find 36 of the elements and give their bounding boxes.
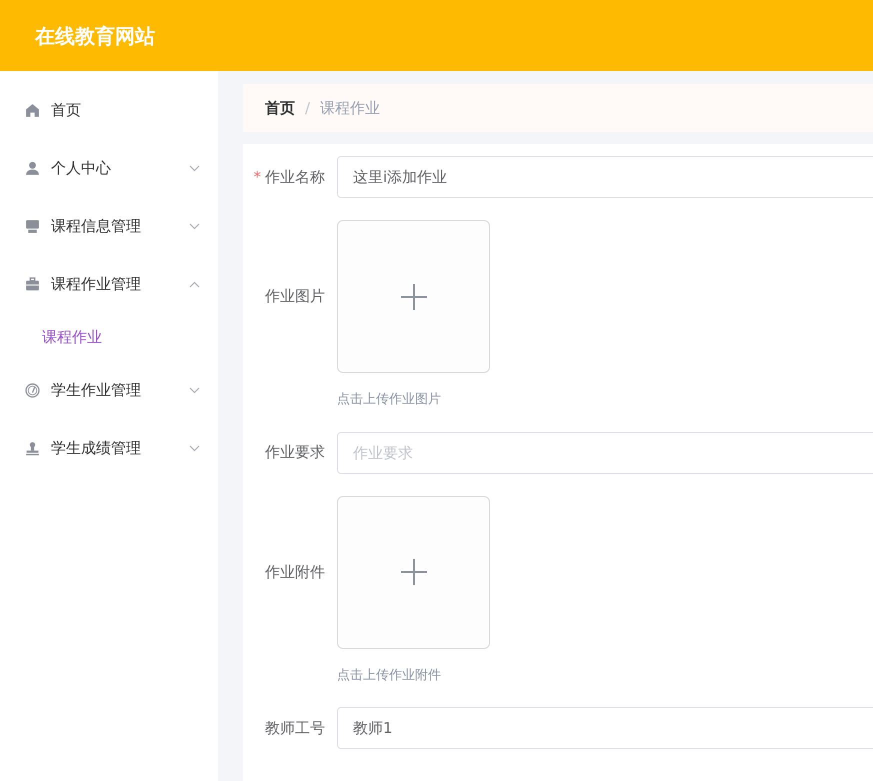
sidebar-item[interactable]: 课程作业管理	[0, 255, 218, 313]
required-mark: *	[254, 166, 261, 188]
submenu-item[interactable]: 课程作业	[0, 313, 218, 361]
field-label: 作业名称	[265, 166, 325, 188]
person-icon	[25, 160, 40, 176]
breadcrumb-link[interactable]: 首页	[265, 96, 295, 120]
site-title: 在线教育网站	[35, 22, 155, 50]
field-label: 作业图片	[265, 286, 325, 308]
field-label: 作业要求	[265, 442, 325, 464]
stamp-icon	[25, 440, 40, 456]
home-icon	[25, 102, 40, 118]
input-field[interactable]: 作业要求	[337, 432, 873, 474]
sidebar-item[interactable]: 课程信息管理	[0, 197, 218, 255]
chevron-icon	[189, 386, 200, 394]
sidebar-item[interactable]: 个人中心	[0, 139, 218, 197]
briefcase-icon	[25, 276, 40, 292]
field-label: 作业附件	[265, 562, 325, 583]
sidebar-item[interactable]: 学生成绩管理	[0, 419, 218, 477]
field-label: 教师工号	[265, 718, 325, 739]
sidebar-item[interactable]: 首页	[0, 81, 218, 139]
upload-box[interactable]	[337, 496, 490, 648]
input-field[interactable]: 教师1	[337, 707, 873, 749]
gauge-icon	[25, 382, 40, 398]
plus-icon	[400, 559, 426, 585]
sidebar-item[interactable]: 学生作业管理	[0, 361, 218, 419]
input-field[interactable]: 这里i添加作业	[337, 156, 873, 198]
chevron-icon	[189, 222, 200, 230]
breadcrumb-separator: /	[305, 98, 310, 119]
chevron-icon	[189, 444, 200, 452]
upload-hint: 点击上传作业图片	[337, 391, 442, 409]
monitor-icon	[25, 218, 40, 234]
upload-hint: 点击上传作业附件	[337, 666, 442, 684]
upload-box[interactable]	[337, 220, 490, 373]
chevron-icon	[189, 280, 200, 288]
plus-icon	[400, 284, 426, 310]
chevron-icon	[189, 164, 200, 172]
